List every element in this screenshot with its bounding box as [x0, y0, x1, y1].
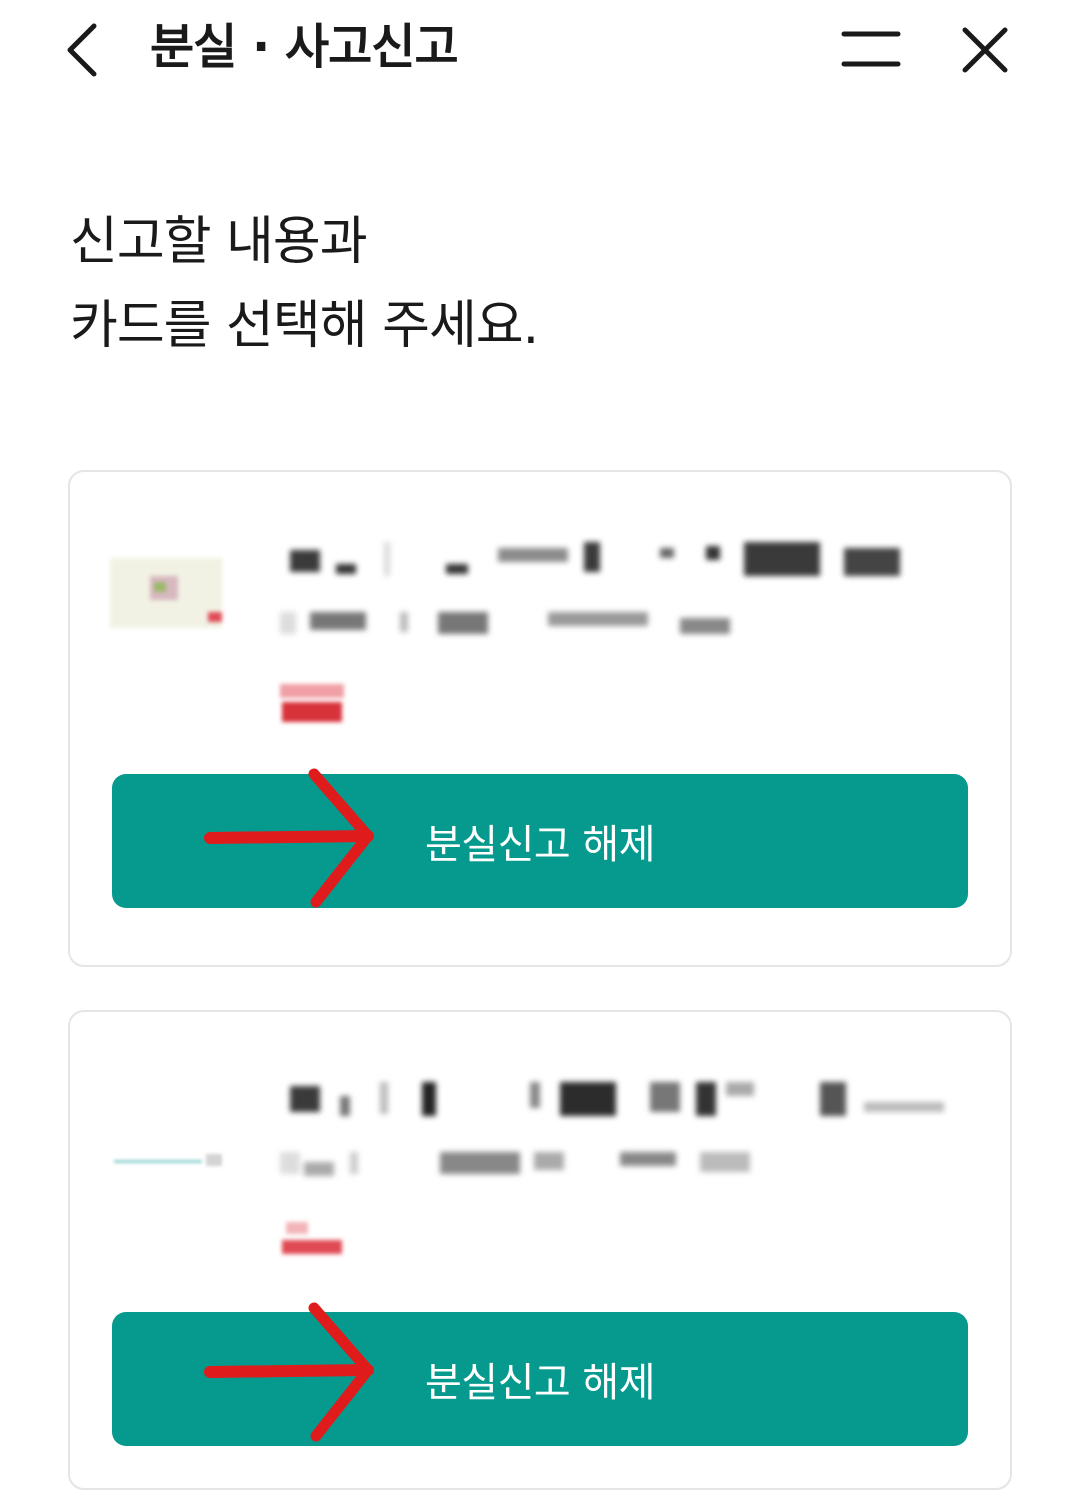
instruction-line-2: 카드를 선택해 주세요.	[70, 296, 539, 356]
close-button[interactable]	[956, 22, 1014, 78]
release-loss-report-button[interactable]: 분실신고 해제	[112, 774, 968, 908]
card-item[interactable]: 분실신고 해제	[68, 470, 1012, 967]
release-loss-report-button[interactable]: 분실신고 해제	[112, 1312, 968, 1446]
card-name-redacted	[280, 1082, 944, 1116]
app-header: 분실 · 사고신고	[0, 0, 1080, 100]
instruction-text: 신고할 내용과 카드를 선택해 주세요.	[70, 200, 539, 368]
close-icon	[962, 27, 1008, 73]
page-title: 분실 · 사고신고	[150, 19, 459, 75]
release-button-label: 분실신고 해제	[424, 822, 656, 868]
card-number-redacted	[280, 1152, 760, 1178]
card-thumbnail	[110, 1124, 224, 1196]
status-badge	[276, 1216, 350, 1262]
menu-button[interactable]	[838, 22, 904, 78]
status-badge	[276, 680, 350, 726]
menu-icon	[841, 31, 901, 67]
card-name-redacted	[280, 542, 920, 576]
card-item[interactable]: 분실신고 해제	[68, 1010, 1012, 1490]
chevron-left-icon	[67, 23, 97, 77]
back-button[interactable]	[58, 20, 108, 80]
instruction-line-1: 신고할 내용과	[70, 212, 368, 272]
card-thumbnail	[110, 558, 224, 630]
release-button-label: 분실신고 해제	[424, 1360, 656, 1406]
card-number-redacted	[280, 612, 760, 638]
